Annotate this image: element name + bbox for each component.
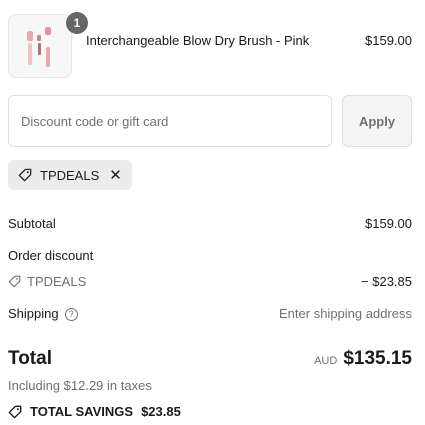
tag-icon	[8, 275, 21, 288]
discount-code-line: TPDEALS	[8, 274, 86, 289]
shipping-label: Shipping	[8, 306, 59, 321]
product-line-item: 1 Interchangeable Blow Dry Brush - Pink …	[8, 6, 412, 78]
applied-code-label: TPDEALS	[40, 167, 100, 183]
product-name: Interchangeable Blow Dry Brush - Pink	[86, 33, 310, 48]
product-thumbnail: 1	[8, 12, 88, 78]
blow-dry-brush-image	[27, 27, 51, 67]
subtotal-value: $159.00	[365, 216, 412, 231]
taxes-note: Including $12.29 in taxes	[8, 378, 152, 393]
shipping-label-group: Shipping?	[8, 306, 78, 322]
discount-code-input[interactable]	[8, 95, 332, 147]
subtotal-label: Subtotal	[8, 216, 56, 231]
total-value: $135.15	[343, 348, 412, 369]
total-amount-group: AUD $135.15	[314, 348, 412, 370]
quantity-badge: 1	[66, 12, 88, 34]
total-label: Total	[8, 348, 52, 369]
shipping-value: Enter shipping address	[279, 306, 412, 321]
savings-value: $23.85	[141, 404, 181, 419]
remove-discount-icon[interactable]: ✕	[109, 166, 122, 184]
discount-form: Apply	[8, 95, 412, 147]
order-discount-label: Order discount	[8, 248, 94, 263]
savings-line: TOTAL SAVINGS $23.85	[8, 404, 181, 419]
product-price: $159.00	[365, 33, 412, 48]
tag-icon	[8, 405, 22, 418]
discount-code-name: TPDEALS	[27, 274, 87, 289]
total-row: Total AUD $135.15	[8, 348, 412, 374]
discount-amount: − $23.85	[361, 274, 412, 289]
apply-discount-button[interactable]: Apply	[342, 95, 412, 147]
currency-code: AUD	[314, 355, 338, 367]
help-icon[interactable]: ?	[64, 308, 78, 322]
applied-discount-tag: TPDEALS ✕	[8, 160, 132, 190]
savings-label: TOTAL SAVINGS	[30, 404, 134, 419]
tag-icon	[18, 168, 32, 182]
